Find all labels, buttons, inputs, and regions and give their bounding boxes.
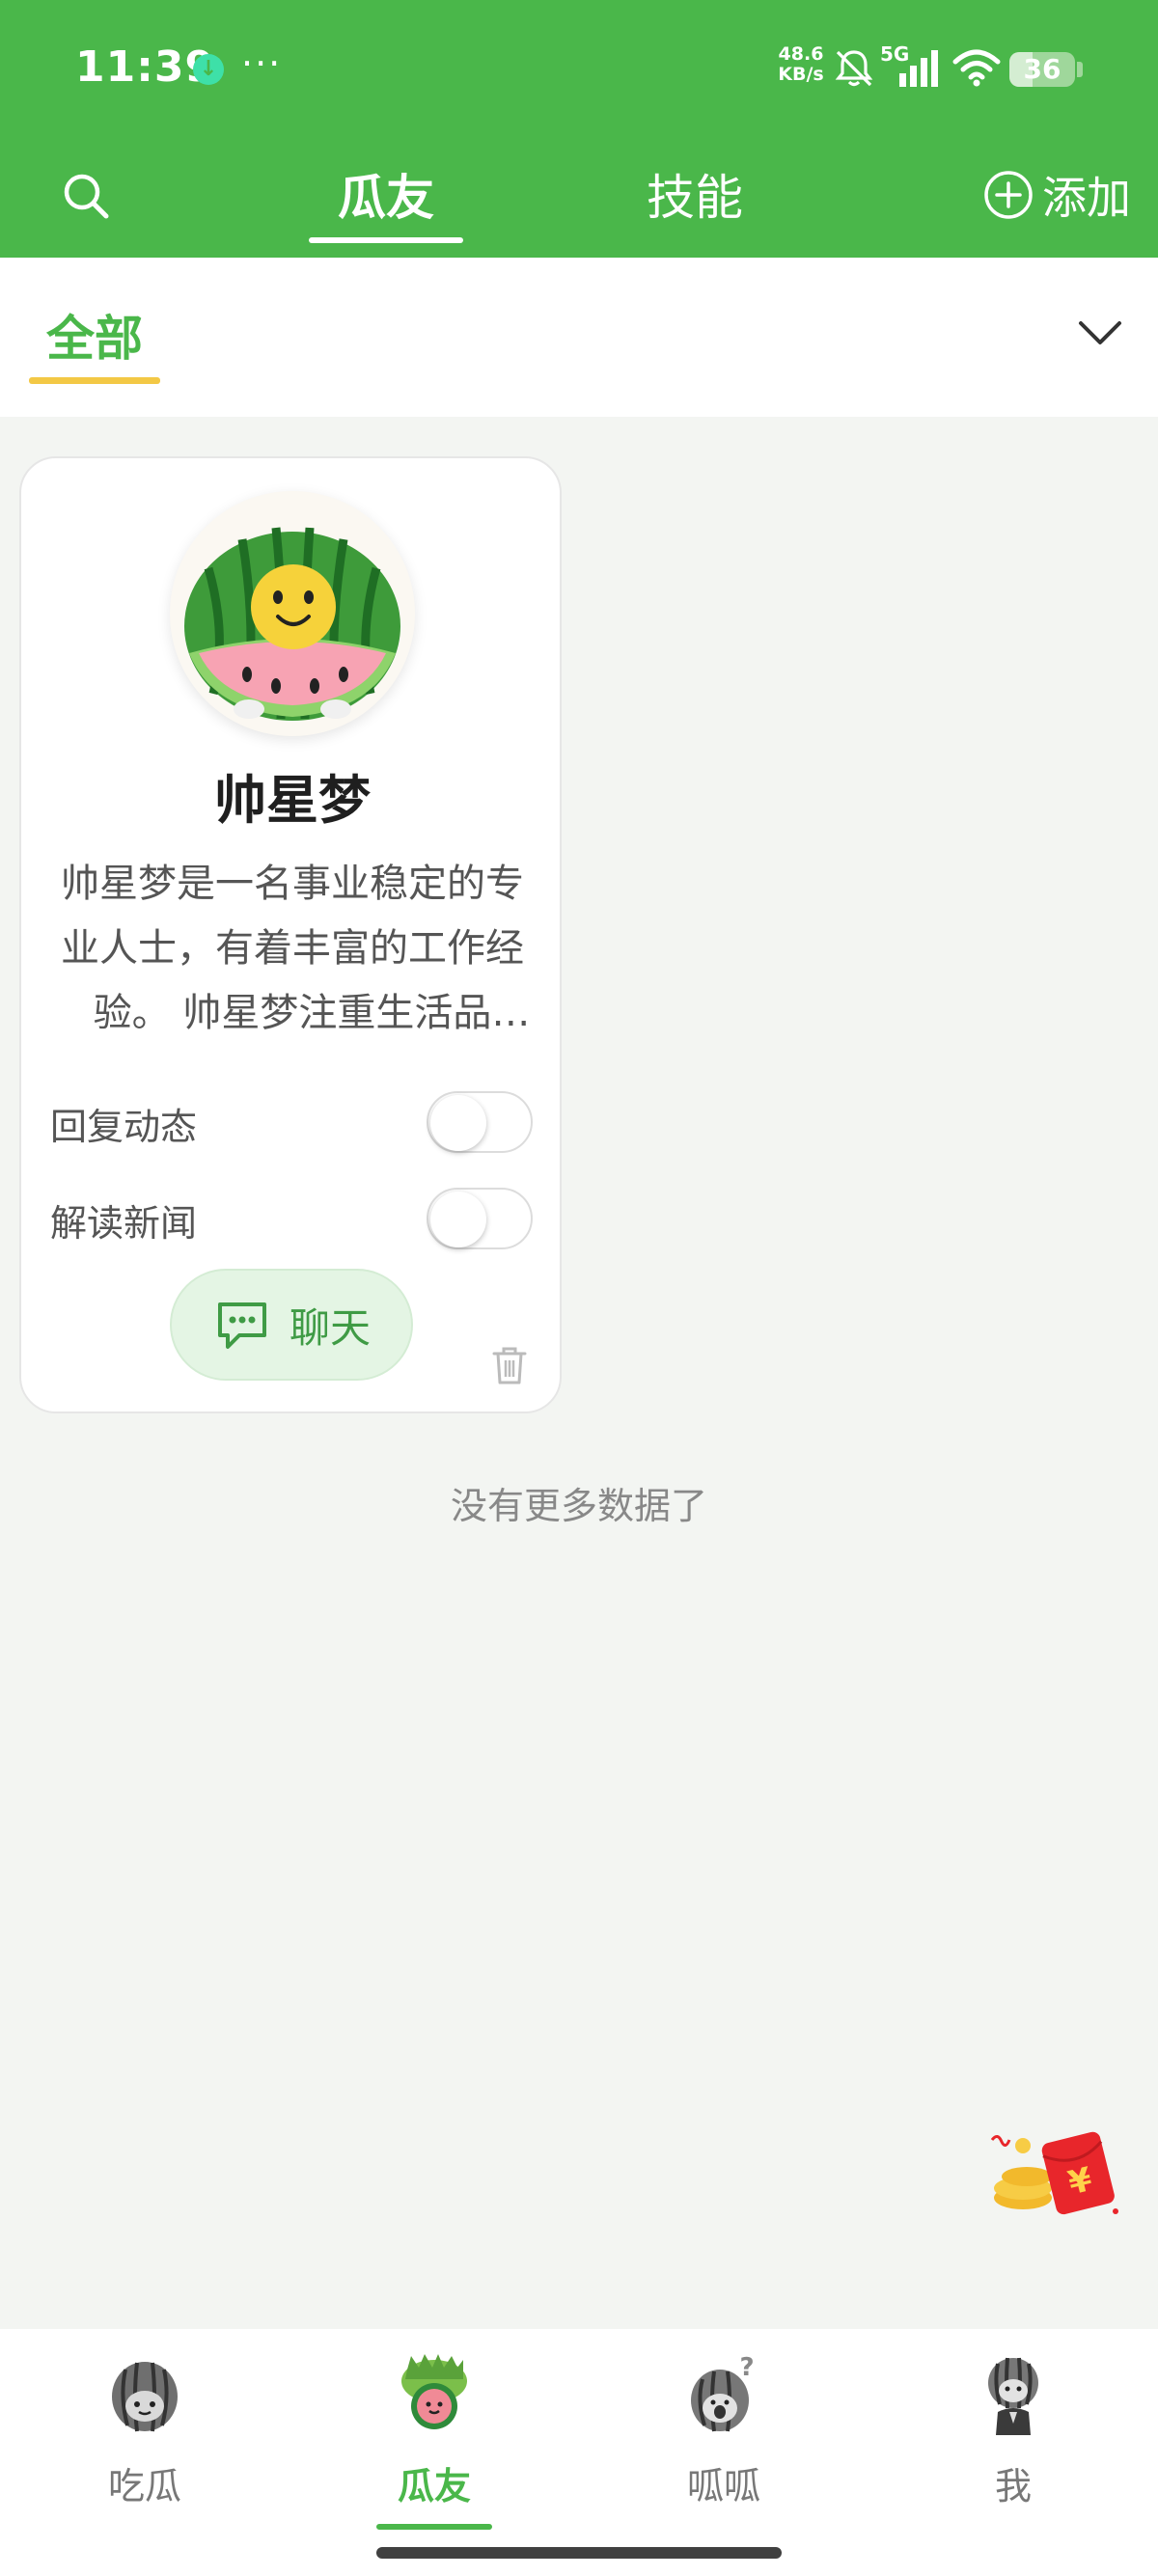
- network-speed-value: 48.6: [778, 43, 824, 65]
- home-indicator[interactable]: [376, 2547, 782, 2559]
- reply-posts-toggle[interactable]: [427, 1091, 533, 1153]
- battery-tip: [1077, 62, 1083, 77]
- top-nav: 瓜友 技能 添加: [0, 145, 1158, 258]
- wifi-icon: [952, 49, 1001, 87]
- bottom-nav-label: 瓜友: [397, 2465, 471, 2507]
- bottom-nav-label: 呱呱: [686, 2465, 760, 2507]
- add-button-label: 添加: [1042, 172, 1131, 224]
- watermelon-friends-icon: [401, 2354, 467, 2429]
- status-bar: 11:39 ↓ ··· 48.6 KB/s 5G 36: [0, 0, 1158, 135]
- filter-tab-all[interactable]: 全部: [46, 300, 143, 370]
- bottom-nav-label: 我: [994, 2465, 1032, 2507]
- watermelon-mascot-icon: [184, 527, 400, 721]
- list-end-text: 没有更多数据了: [450, 1485, 707, 1527]
- trash-icon[interactable]: [490, 1344, 529, 1386]
- network-speed-unit: KB/s: [778, 64, 824, 85]
- tab-skills[interactable]: 技能: [618, 164, 772, 232]
- watermelon-question-icon: ?: [691, 2353, 755, 2432]
- active-tab-indicator: [309, 237, 463, 243]
- red-packet-icon[interactable]: ¥: [988, 2119, 1123, 2225]
- bottom-nav-me[interactable]: 我: [917, 2350, 1110, 2543]
- network-speed: 48.6 KB/s: [774, 44, 828, 85]
- add-circle-icon: [984, 171, 1033, 219]
- chat-button-label: 聊天: [289, 1303, 371, 1352]
- chat-button[interactable]: 聊天: [170, 1269, 413, 1381]
- bottom-nav-label: 吃瓜: [107, 2465, 181, 2507]
- header: 11:39 ↓ ··· 48.6 KB/s 5G 36 瓜友 技能 添加: [0, 0, 1158, 258]
- download-icon: ↓: [193, 54, 224, 85]
- bottom-nav: 吃瓜 瓜友 ? 呱呱 我: [0, 2329, 1158, 2576]
- add-button[interactable]: 添加: [982, 166, 1131, 224]
- bottom-nav-eat-melon[interactable]: 吃瓜: [48, 2350, 241, 2543]
- chat-bubble-icon: [217, 1302, 266, 1349]
- signal-bars-icon: [899, 50, 938, 87]
- reply-posts-label: 回复动态: [50, 1106, 198, 1148]
- cellular-signal: 5G: [880, 42, 944, 91]
- news-interpret-toggle[interactable]: [427, 1188, 533, 1249]
- toggle-knob: [430, 1095, 486, 1151]
- battery-icon: 36: [1009, 52, 1075, 87]
- battery-level: 36: [1023, 53, 1062, 85]
- news-interpret-label: 解读新闻: [50, 1202, 198, 1245]
- watermelon-icon: [112, 2362, 178, 2432]
- tab-friends[interactable]: 瓜友: [309, 164, 463, 232]
- bottom-nav-quack[interactable]: ? 呱呱: [627, 2350, 820, 2543]
- svg-text:?: ?: [739, 2353, 754, 2382]
- search-icon[interactable]: [58, 168, 116, 226]
- filter-active-indicator: [29, 377, 160, 384]
- mute-bell-icon: [835, 50, 873, 87]
- chevron-down-icon[interactable]: [1073, 314, 1127, 352]
- friend-name: 帅星梦: [214, 770, 371, 831]
- avatar[interactable]: [170, 491, 415, 736]
- bottom-nav-active-indicator: [376, 2524, 492, 2530]
- friend-description: 帅星梦是一名事业稳定的专业人士，有着丰富的工作经验。 帅星梦注重生活品质，喜欢阅…: [61, 862, 524, 1035]
- watermelon-person-icon: [988, 2357, 1038, 2435]
- app-screen: 11:39 ↓ ··· 48.6 KB/s 5G 36 瓜友 技能 添加 全部 …: [0, 0, 1158, 2576]
- filter-bar: 全部: [0, 258, 1158, 417]
- more-notifications-icon: ···: [241, 42, 283, 85]
- friend-card[interactable]: 帅星梦 帅星梦是一名事业稳定的专业人士，有着丰富的工作经验。 帅星梦注重生活品质…: [19, 456, 562, 1413]
- bottom-nav-friends[interactable]: 瓜友: [338, 2350, 531, 2543]
- toggle-knob: [430, 1192, 486, 1247]
